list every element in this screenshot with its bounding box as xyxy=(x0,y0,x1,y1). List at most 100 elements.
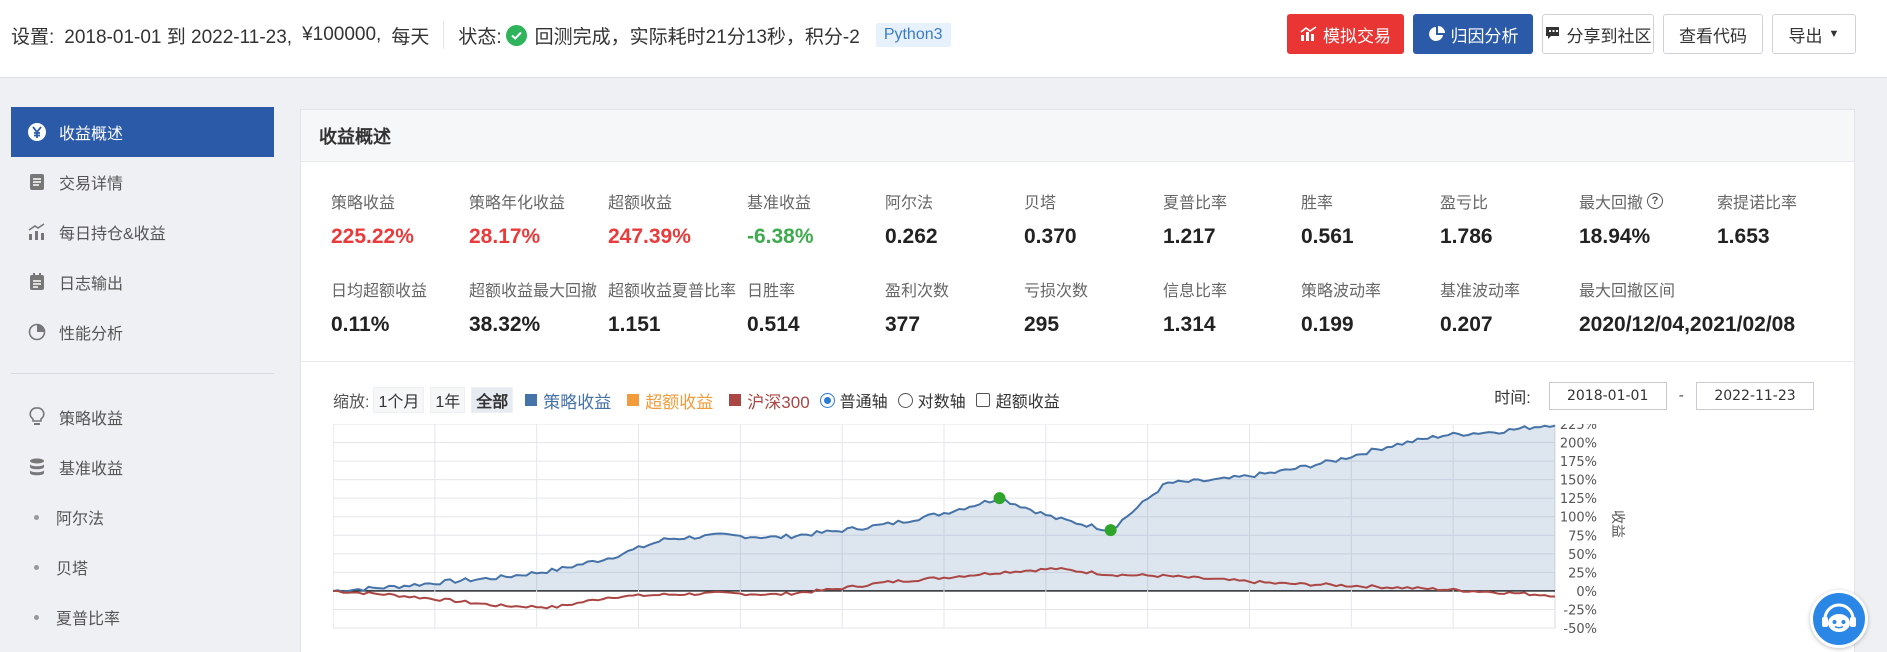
metric-beta: 贝塔 0.370 xyxy=(1024,195,1077,248)
zoom-1-month-button[interactable]: 1个月 xyxy=(373,387,425,413)
metric-benchmark-return: 基准收益 -6.38% xyxy=(747,195,814,248)
sidebar-subitem-alpha[interactable]: 阿尔法 xyxy=(11,492,274,542)
status-label: 状态: xyxy=(458,26,502,48)
metric-excess-max-drawdown: 超额收益最大回撤 38.32% xyxy=(469,283,598,336)
drawdown-marker xyxy=(993,492,1006,505)
legend-swatch xyxy=(525,394,538,406)
metric-sharpe: 夏普比率 1.217 xyxy=(1163,195,1228,248)
yen-icon xyxy=(27,122,47,142)
share-community-button[interactable]: 分享到社区 xyxy=(1542,14,1654,54)
y-tick-label: 75% xyxy=(1568,529,1597,544)
metric-excess-return: 超额收益 247.39% xyxy=(608,195,691,248)
pie-chart-icon xyxy=(1428,26,1445,41)
sidebar: 收益概述 交易详情 每日持仓&收益 日志输出 性能分析 策略收益 基准收益 阿尔… xyxy=(11,107,274,642)
date-range: 2018-01-01 到 2022-11-23, xyxy=(64,26,293,48)
metric-profit-loss-ratio: 盈亏比 1.786 xyxy=(1440,195,1493,248)
y-tick-label: 175% xyxy=(1560,455,1597,470)
end-date-input[interactable] xyxy=(1696,382,1814,410)
drawdown-marker xyxy=(1104,524,1117,537)
status-text: 回测完成，实际耗时21分13秒，积分-2 xyxy=(534,26,860,48)
y-tick-label: 25% xyxy=(1568,566,1597,581)
y-tick-label: -25% xyxy=(1563,603,1597,618)
metric-strategy-volatility: 策略波动率 0.199 xyxy=(1301,283,1382,336)
pie-icon xyxy=(27,322,47,342)
metric-benchmark-volatility: 基准波动率 0.207 xyxy=(1440,283,1521,336)
legend-csi300[interactable]: 沪深300 xyxy=(729,388,810,413)
assistant-robot-icon[interactable] xyxy=(1810,590,1868,648)
y-tick-label: 50% xyxy=(1568,548,1597,563)
zoom-1-year-button[interactable]: 1年 xyxy=(430,387,466,413)
metric-daily-excess: 日均超额收益 0.11% xyxy=(331,283,428,336)
time-label: 时间: xyxy=(1494,390,1531,407)
metric-max-drawdown-range: 最大回撤区间 2020/12/04,2021/02/08 xyxy=(1579,283,1796,336)
trend-chart-icon xyxy=(1300,26,1317,41)
metric-max-drawdown: 最大回撤? 18.94% xyxy=(1579,189,1719,249)
sidebar-item-performance[interactable]: 性能分析 xyxy=(11,307,274,357)
sidebar-item-trade-details[interactable]: 交易详情 xyxy=(11,157,274,207)
sidebar-subitem-sharpe[interactable]: 夏普比率 xyxy=(11,592,274,642)
caret-down-icon: ▼ xyxy=(1828,28,1840,40)
chat-bubble-icon xyxy=(1545,27,1559,39)
metric-loss-count: 亏损次数 295 xyxy=(1024,283,1089,336)
bullet-dot xyxy=(34,614,39,620)
legend-excess-return[interactable]: 超额收益 xyxy=(627,388,713,413)
returns-chart: 225% 200% 175% 150% 125% 100% 75% 50% 25% 0% -25% -… xyxy=(333,424,1625,637)
language-tag: Python3 xyxy=(875,23,951,47)
export-button[interactable]: 导出 ▼ xyxy=(1772,14,1856,54)
start-date-input[interactable] xyxy=(1548,382,1667,410)
top-bar: 设置: 2018-01-01 到 2022-11-23, ¥100000, 每天… xyxy=(0,0,1887,78)
list-icon xyxy=(27,172,47,192)
metric-info-ratio: 信息比率 1.314 xyxy=(1163,283,1228,336)
metric-win-rate: 胜率 0.561 xyxy=(1301,195,1354,248)
legend-strategy-return[interactable]: 策略收益 xyxy=(525,388,611,413)
bullet-dot xyxy=(34,514,39,520)
bar-chart-icon xyxy=(27,222,47,242)
sidebar-item-strategy-returns[interactable]: 策略收益 xyxy=(11,392,274,442)
settings-label: 设置: xyxy=(11,26,55,48)
y-tick-label: 225% xyxy=(1560,424,1597,433)
y-axis-label: 收益 xyxy=(1609,510,1625,538)
toolbar: 模拟交易 归因分析 分享到社区 查看代码 导出 ▼ xyxy=(1287,14,1856,54)
y-tick-label: 125% xyxy=(1560,492,1597,507)
chart-controls: 缩放: 1个月 1年 全部 策略收益 超额收益 沪深300 普通轴 对数轴 超额… xyxy=(333,385,1070,415)
metric-daily-win-rate: 日胜率 0.514 xyxy=(747,283,800,336)
view-code-button[interactable]: 查看代码 xyxy=(1663,14,1763,54)
sidebar-item-benchmark-returns[interactable]: 基准收益 xyxy=(11,442,274,492)
help-icon[interactable]: ? xyxy=(1647,193,1664,209)
overview-panel: 收益概述 策略收益 225.22% 策略年化收益 28.17% 超额收益 247.39… xyxy=(300,109,1855,652)
legend-swatch xyxy=(627,394,640,406)
sidebar-subitem-beta[interactable]: 贝塔 xyxy=(11,542,274,592)
zoom-label: 缩放: xyxy=(333,394,370,411)
capital: ¥100000, xyxy=(302,24,382,45)
radio-button xyxy=(819,392,835,408)
sidebar-item-overview[interactable]: 收益概述 xyxy=(11,107,274,157)
database-icon xyxy=(27,457,47,477)
metrics-grid: 策略收益 225.22% 策略年化收益 28.17% 超额收益 247.39% 基准收… xyxy=(301,162,1854,362)
sidebar-item-daily-positions[interactable]: 每日持仓&收益 xyxy=(11,207,274,257)
metric-sortino: 索提诺比率 1.653 xyxy=(1717,195,1798,248)
y-tick-label: 0% xyxy=(1576,585,1597,600)
divider xyxy=(443,21,445,49)
time-range: 时间: - xyxy=(1494,382,1814,410)
log-icon xyxy=(27,272,47,292)
y-tick-label: 150% xyxy=(1560,474,1597,489)
attribution-analysis-button[interactable]: 归因分析 xyxy=(1413,14,1533,54)
checkbox xyxy=(975,393,990,407)
sidebar-item-log-output[interactable]: 日志输出 xyxy=(11,257,274,307)
bullet-dot xyxy=(34,564,39,570)
backtest-info: 设置: 2018-01-01 到 2022-11-23, ¥100000, 每天… xyxy=(11,20,951,50)
metric-win-count: 盈利次数 377 xyxy=(885,283,950,336)
panel-title: 收益概述 xyxy=(301,110,1854,162)
bulb-icon xyxy=(27,407,47,427)
sidebar-divider xyxy=(11,373,274,374)
checkbox-excess-return[interactable]: 超额收益 xyxy=(975,388,1060,412)
zoom-all-button[interactable]: 全部 xyxy=(471,387,514,413)
radio-linear-axis[interactable]: 普通轴 xyxy=(819,388,888,412)
radio-button xyxy=(897,392,913,408)
simulate-trade-button[interactable]: 模拟交易 xyxy=(1287,14,1404,54)
frequency: 每天 xyxy=(391,26,430,48)
metric-excess-sharpe: 超额收益夏普比率 1.151 xyxy=(608,283,737,336)
radio-log-axis[interactable]: 对数轴 xyxy=(897,388,966,412)
metric-annual-return: 策略年化收益 28.17% xyxy=(469,195,566,248)
date-separator: - xyxy=(1678,387,1684,404)
